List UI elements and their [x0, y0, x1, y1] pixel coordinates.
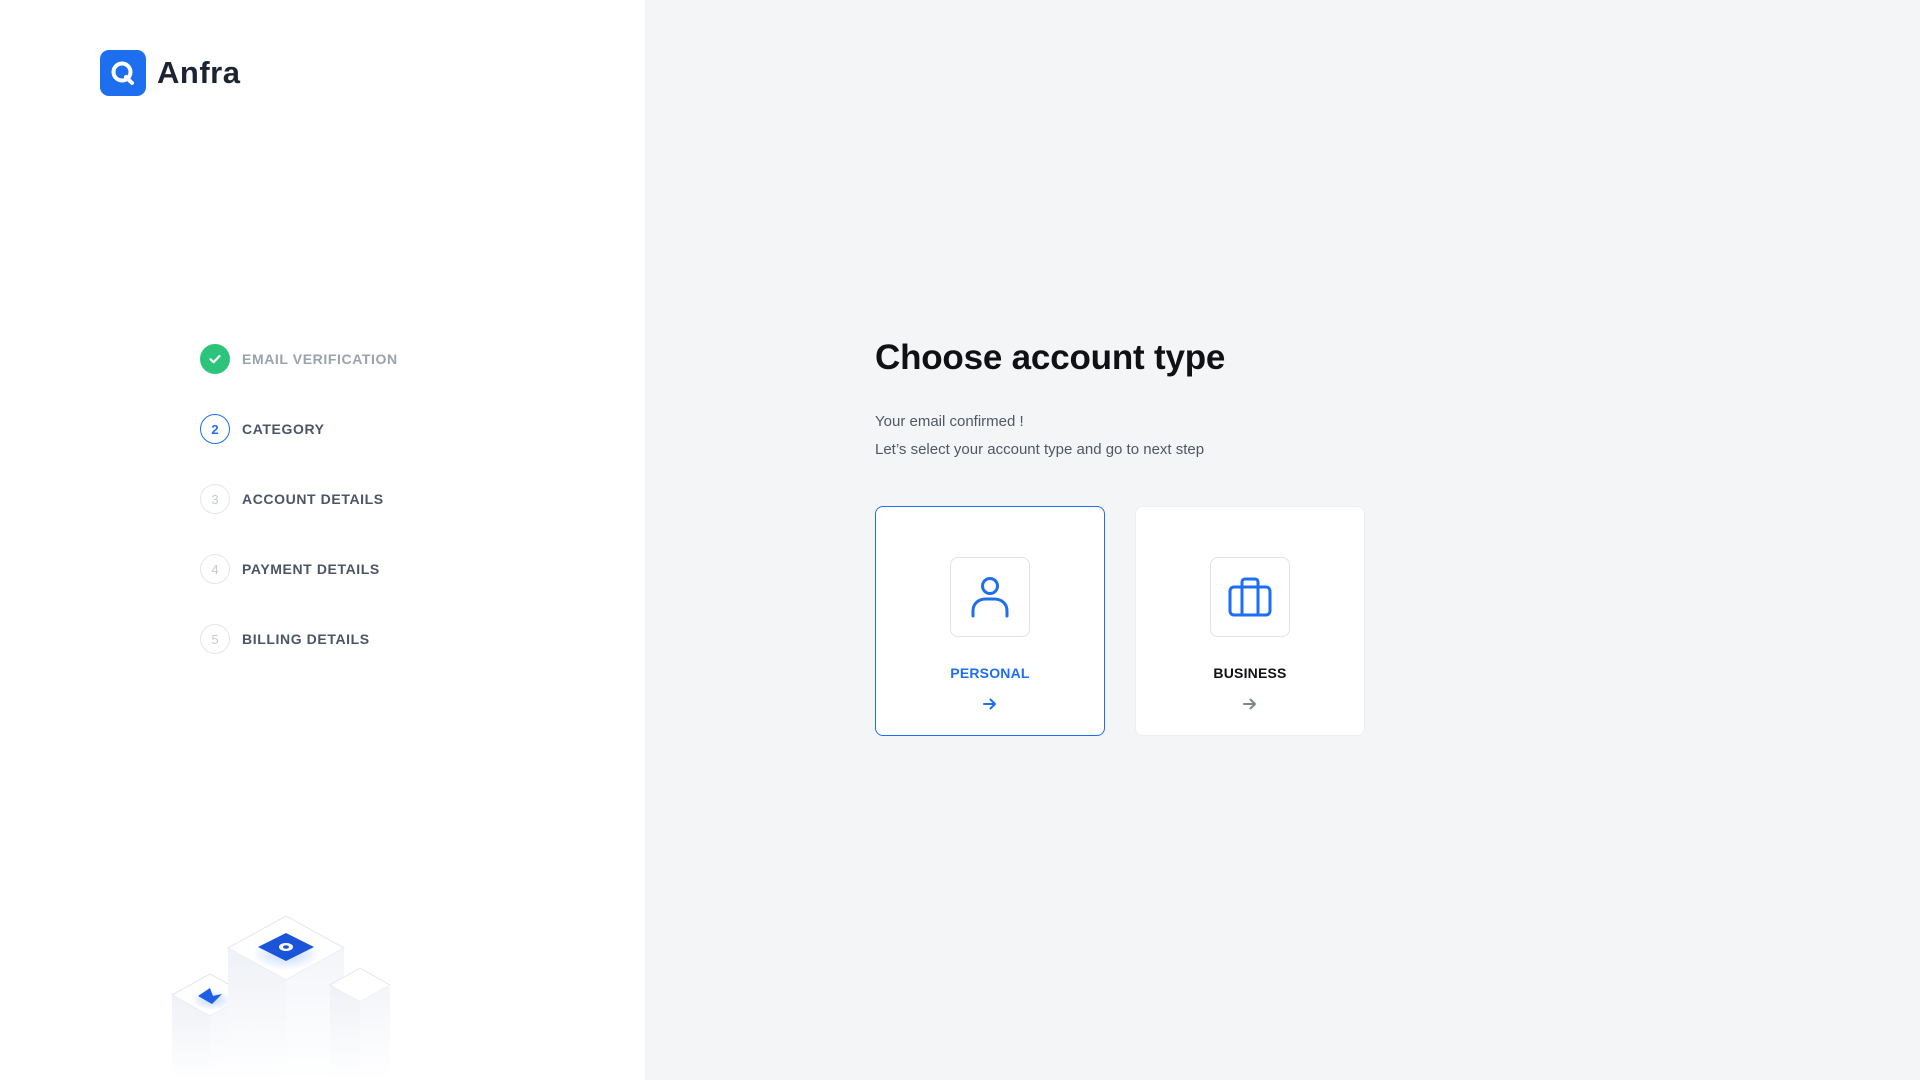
left-panel: Anfra EMAIL VERIFICATION 2 CATEGORY 3 AC… [0, 0, 645, 1080]
account-type-label: BUSINESS [1213, 665, 1287, 681]
subtitle-line: Let’s select your account type and go to… [875, 441, 1205, 458]
business-account-card[interactable]: BUSINESS [1135, 506, 1365, 736]
step-list: EMAIL VERIFICATION 2 CATEGORY 3 ACCOUNT … [200, 344, 398, 694]
step-category[interactable]: 2 CATEGORY [200, 414, 398, 444]
arrow-right-icon [876, 697, 1104, 711]
step-label: ACCOUNT DETAILS [242, 491, 384, 507]
step-label: BILLING DETAILS [242, 631, 370, 647]
step-email-verification[interactable]: EMAIL VERIFICATION [200, 344, 398, 374]
briefcase-icon [1210, 557, 1290, 637]
step-billing-details[interactable]: 5 BILLING DETAILS [200, 624, 398, 654]
step-number: 2 [200, 414, 230, 444]
user-icon [950, 557, 1030, 637]
step-label: CATEGORY [242, 421, 325, 437]
main-content: Choose account type Your email confirmed… [875, 338, 1365, 736]
step-number: 5 [200, 624, 230, 654]
app-root: Anfra EMAIL VERIFICATION 2 CATEGORY 3 AC… [0, 0, 1920, 1080]
check-icon [200, 344, 230, 374]
arrow-right-icon [1136, 697, 1364, 711]
account-type-options: PERSONAL BUSINESS [875, 506, 1365, 736]
step-number: 3 [200, 484, 230, 514]
isometric-illustration [160, 900, 420, 1080]
personal-account-card[interactable]: PERSONAL [875, 506, 1105, 736]
step-payment-details[interactable]: 4 PAYMENT DETAILS [200, 554, 398, 584]
subtitle-line: Your email confirmed ! [875, 413, 1024, 430]
step-number: 4 [200, 554, 230, 584]
brand-name: Anfra [157, 55, 241, 90]
logo[interactable]: Anfra [100, 50, 240, 96]
page-title: Choose account type [875, 338, 1226, 377]
account-type-label: PERSONAL [950, 665, 1030, 681]
logo-mark-icon [100, 50, 146, 96]
step-label: PAYMENT DETAILS [242, 561, 380, 577]
step-account-details[interactable]: 3 ACCOUNT DETAILS [200, 484, 398, 514]
page-subtitle: Your email confirmed ! Let’s select your… [875, 408, 1365, 464]
step-label: EMAIL VERIFICATION [242, 351, 398, 367]
